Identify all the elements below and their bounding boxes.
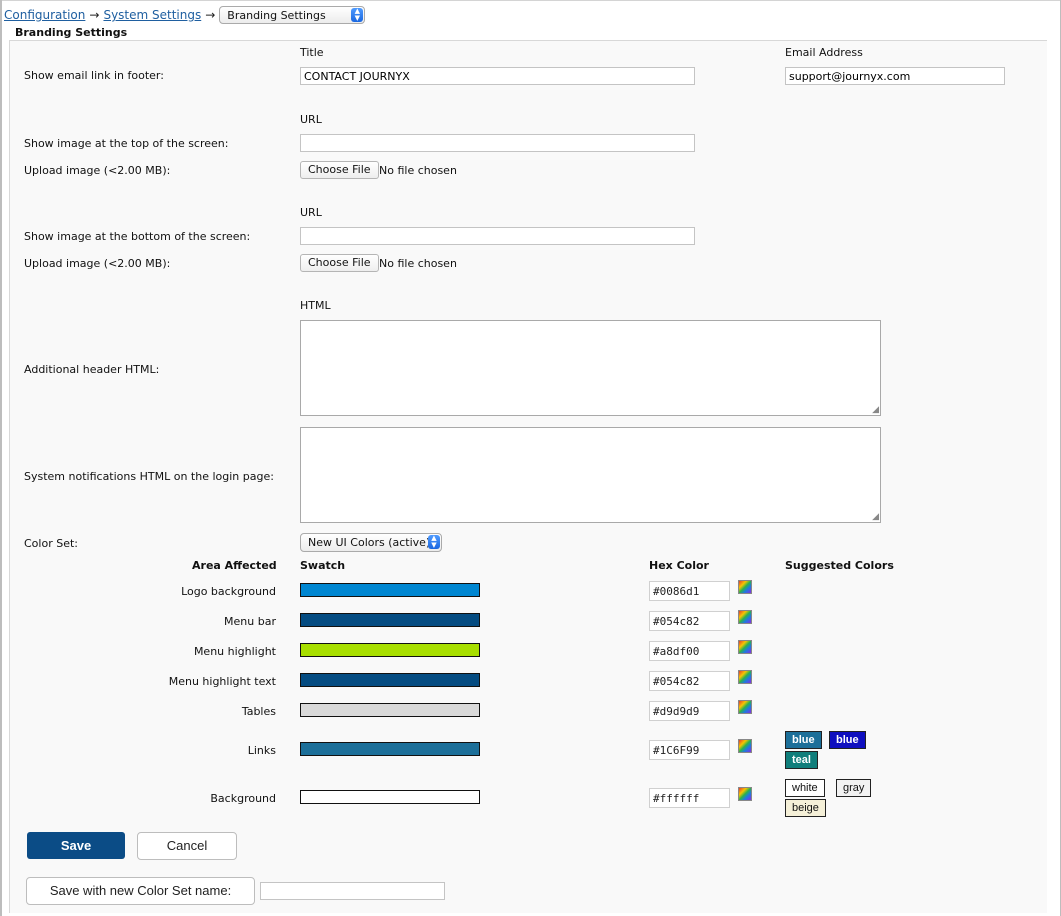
color-picker-icon[interactable]: [738, 787, 752, 801]
color-picker-icon[interactable]: [738, 610, 752, 624]
email-column-header: Email Address: [785, 46, 863, 59]
header-html-label: Additional header HTML:: [24, 363, 160, 376]
bottom-image-label: Show image at the bottom of the screen:: [24, 230, 251, 243]
header-html-textarea[interactable]: ◢: [300, 320, 881, 416]
title-column-header: Title: [300, 46, 324, 59]
color-set-select[interactable]: New UI Colors (active) ▲ ▼: [300, 533, 442, 552]
window-left-border: [0, 0, 2, 916]
swatch-header: Swatch: [300, 559, 346, 572]
color-swatch: [300, 742, 480, 756]
color-swatch: [300, 790, 480, 804]
top-image-label: Show image at the top of the screen:: [24, 137, 229, 150]
window-top-border: [0, 0, 1061, 1]
top-image-url-header: URL: [300, 113, 322, 126]
login-html-label: System notifications HTML on the login p…: [24, 470, 274, 483]
suggested-color-chip[interactable]: beige: [785, 799, 826, 817]
resize-grip-icon[interactable]: ◢: [872, 406, 879, 415]
color-area-label: Links: [247, 744, 276, 757]
color-area-label: Background: [210, 792, 276, 805]
breadcrumb-separator: →: [205, 8, 216, 22]
color-area-label: Menu highlight: [193, 645, 276, 658]
color-set-label: Color Set:: [24, 537, 78, 550]
color-area-label: Logo background: [181, 585, 276, 598]
color-swatch: [300, 643, 480, 657]
hex-color-input[interactable]: [649, 581, 730, 601]
settings-page-select[interactable]: Branding Settings ▲ ▼: [219, 6, 366, 24]
suggested-color-chip[interactable]: blue: [785, 731, 822, 749]
breadcrumb-configuration-link[interactable]: Configuration: [4, 8, 85, 22]
suggested-color-chip[interactable]: white: [785, 779, 825, 797]
suggested-color-chip[interactable]: gray: [836, 779, 872, 797]
top-image-choose-file-button[interactable]: Choose File: [300, 161, 379, 179]
email-footer-label: Show email link in footer:: [24, 69, 164, 82]
color-swatch: [300, 673, 480, 687]
html-column-header: HTML: [300, 299, 331, 312]
top-image-no-file-text: No file chosen: [379, 164, 457, 177]
settings-page-select-value: Branding Settings: [227, 9, 326, 22]
top-image-upload-label: Upload image (<2.00 MB):: [24, 164, 171, 177]
color-picker-icon[interactable]: [738, 580, 752, 594]
color-picker-icon[interactable]: [738, 739, 752, 753]
new-color-set-name-input[interactable]: [260, 882, 445, 900]
panel-title: Branding Settings: [15, 26, 128, 39]
hex-color-input[interactable]: [649, 671, 730, 691]
footer-title-input[interactable]: [300, 67, 695, 85]
color-swatch: [300, 613, 480, 627]
hex-color-input[interactable]: [649, 788, 730, 808]
breadcrumb: Configuration → System Settings → Brandi…: [4, 6, 366, 24]
color-set-select-value: New UI Colors (active): [308, 536, 431, 549]
hex-color-input[interactable]: [649, 611, 730, 631]
save-with-new-color-set-button[interactable]: Save with new Color Set name:: [26, 877, 255, 905]
save-button[interactable]: Save: [27, 832, 125, 859]
hex-color-input[interactable]: [649, 740, 730, 760]
suggested-color-chip[interactable]: teal: [785, 751, 818, 769]
bottom-image-choose-file-button[interactable]: Choose File: [300, 254, 379, 272]
color-area-label: Menu highlight text: [168, 675, 276, 688]
color-picker-icon[interactable]: [738, 640, 752, 654]
top-image-url-input[interactable]: [300, 134, 695, 152]
color-swatch: [300, 703, 480, 717]
hex-color-input[interactable]: [649, 701, 730, 721]
footer-email-input[interactable]: [785, 67, 1005, 85]
bottom-image-no-file-text: No file chosen: [379, 257, 457, 270]
color-picker-icon[interactable]: [738, 670, 752, 684]
select-arrows-icon: ▲ ▼: [428, 535, 440, 549]
breadcrumb-system-settings-link[interactable]: System Settings: [103, 8, 201, 22]
area-affected-header: Area Affected: [192, 559, 277, 572]
color-swatch: [300, 583, 480, 597]
hex-color-header: Hex Color: [649, 559, 709, 572]
login-html-textarea[interactable]: ◢: [300, 427, 881, 523]
bottom-image-upload-label: Upload image (<2.00 MB):: [24, 257, 171, 270]
hex-color-input[interactable]: [649, 641, 730, 661]
suggested-color-chip[interactable]: blue: [829, 731, 866, 749]
color-area-label: Tables: [241, 705, 276, 718]
color-area-label: Menu bar: [224, 615, 276, 628]
resize-grip-icon[interactable]: ◢: [872, 513, 879, 522]
color-picker-icon[interactable]: [738, 700, 752, 714]
bottom-image-url-header: URL: [300, 206, 322, 219]
bottom-image-url-input[interactable]: [300, 227, 695, 245]
cancel-button[interactable]: Cancel: [137, 832, 237, 860]
select-arrows-icon: ▲ ▼: [351, 8, 364, 22]
breadcrumb-separator: →: [89, 8, 100, 22]
suggested-colors-header: Suggested Colors: [785, 559, 894, 572]
